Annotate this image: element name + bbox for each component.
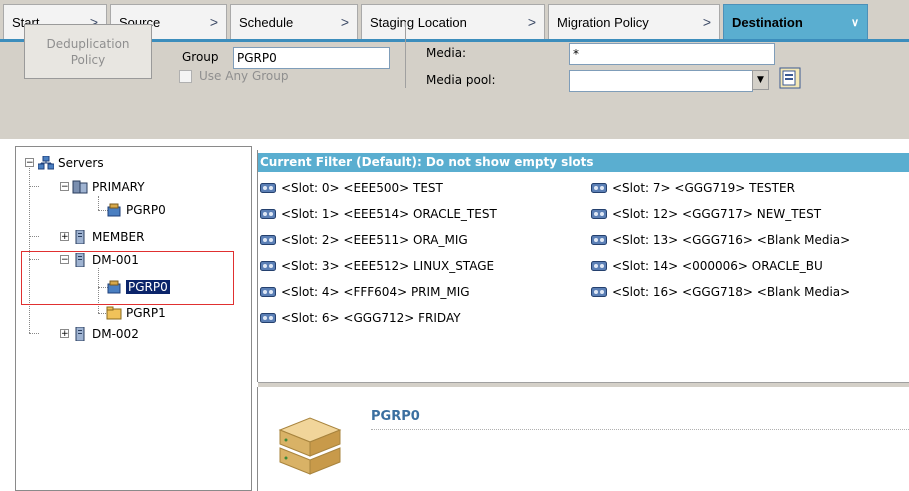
media-pool-properties-icon[interactable] [779, 67, 801, 89]
tape-media-icon [591, 261, 607, 271]
slot-item[interactable]: <Slot: 4> <FFF604> PRIM_MIG [260, 285, 470, 299]
slot-label: <Slot: 2> <EEE511> ORA_MIG [281, 233, 468, 247]
chevron-right-icon: > [527, 14, 536, 30]
chevron-right-icon: > [702, 14, 711, 30]
tape-media-icon [591, 287, 607, 297]
slot-item[interactable]: <Slot: 13> <GGG716> <Blank Media> [591, 233, 850, 247]
slot-item[interactable]: <Slot: 16> <GGG718> <Blank Media> [591, 285, 850, 299]
tree-node-dm-002[interactable]: DM-002 [72, 325, 139, 343]
tree-node-label: MEMBER [92, 230, 145, 244]
tree-node-servers[interactable]: Servers [38, 154, 104, 172]
details-title: PGRP0 [371, 409, 420, 424]
slot-item[interactable]: <Slot: 14> <000006> ORACLE_BU [591, 259, 823, 273]
collapse-primary-toggle[interactable]: − [60, 182, 69, 192]
media-pool-select[interactable] [569, 70, 753, 92]
slot-label: <Slot: 6> <GGG712> FRIDAY [281, 311, 461, 325]
deduplication-policy-button[interactable]: Deduplication Policy [24, 24, 152, 79]
tape-media-icon [260, 183, 276, 193]
tab-schedule-label: Schedule [239, 15, 294, 30]
media-label: Media: [426, 46, 467, 60]
filter-bar: Current Filter (Default): Do not show em… [258, 153, 909, 172]
tree-node-pgrp0[interactable]: PGRP0 [106, 201, 166, 219]
tab-schedule[interactable]: Schedule > [230, 4, 358, 40]
dropdown-arrow-icon[interactable]: ▼ [752, 70, 769, 90]
tree-node-primary[interactable]: PRIMARY [72, 178, 145, 196]
use-any-group-checkbox[interactable] [179, 70, 192, 83]
storage-group-icon [107, 203, 121, 217]
tape-media-icon [591, 183, 607, 193]
tab-staging-location-label: Staging Location [370, 15, 467, 30]
tree-node-pgrp1[interactable]: PGRP1 [106, 304, 166, 322]
tape-media-icon [260, 313, 276, 323]
chevron-right-icon: > [209, 14, 218, 30]
tree-node-label: Servers [58, 156, 104, 170]
expand-member-toggle[interactable]: + [60, 232, 69, 242]
slot-label: <Slot: 1> <EEE514> ORACLE_TEST [281, 207, 497, 221]
details-divider [371, 429, 909, 430]
slot-label: <Slot: 0> <EEE500> TEST [281, 181, 443, 195]
details-panel [257, 387, 909, 491]
folder-icon [106, 306, 122, 320]
group-input[interactable]: PGRP0 [233, 47, 390, 69]
slot-item[interactable]: <Slot: 1> <EEE514> ORACLE_TEST [260, 207, 497, 221]
tree-node-member[interactable]: MEMBER [72, 228, 144, 246]
expand-dm002-toggle[interactable]: + [60, 329, 69, 339]
slot-item[interactable]: <Slot: 3> <EEE512> LINUX_STAGE [260, 259, 494, 273]
tape-media-icon [260, 235, 276, 245]
tape-media-icon [260, 287, 276, 297]
tab-staging-location[interactable]: Staging Location > [361, 4, 545, 40]
media-pool-label: Media pool: [426, 73, 496, 87]
tape-media-icon [591, 209, 607, 219]
slot-label: <Slot: 13> <GGG716> <Blank Media> [612, 233, 851, 247]
slot-label: <Slot: 16> <GGG718> <Blank Media> [612, 285, 851, 299]
tree-node-label: PRIMARY [92, 180, 145, 194]
tab-migration-policy[interactable]: Migration Policy > [548, 4, 720, 40]
slot-item[interactable]: <Slot: 2> <EEE511> ORA_MIG [260, 233, 468, 247]
storage-group-large-icon [278, 417, 342, 475]
tape-media-icon [591, 235, 607, 245]
tab-destination-label: Destination [732, 15, 803, 30]
tree-node-label: PGRP1 [126, 306, 166, 320]
slot-item[interactable]: <Slot: 0> <EEE500> TEST [260, 181, 443, 195]
slot-item[interactable]: <Slot: 7> <GGG719> TESTER [591, 181, 795, 195]
tree-node-label: DM-002 [92, 327, 139, 341]
chevron-down-icon: ∨ [850, 17, 859, 29]
server-icon [75, 230, 85, 244]
server-icon [75, 327, 85, 341]
media-input[interactable]: * [569, 43, 775, 65]
slot-label: <Slot: 12> <GGG717> NEW_TEST [612, 207, 822, 221]
tab-destination[interactable]: Destination ∨ [723, 4, 868, 40]
tape-media-icon [260, 209, 276, 219]
tape-media-icon [260, 261, 276, 271]
slot-label: <Slot: 4> <FFF604> PRIM_MIG [281, 285, 470, 299]
use-any-group-label: Use Any Group [199, 69, 289, 83]
collapse-servers-toggle[interactable]: − [25, 158, 34, 168]
tab-migration-policy-label: Migration Policy [557, 15, 649, 30]
servers-icon [38, 156, 54, 170]
slot-item[interactable]: <Slot: 12> <GGG717> NEW_TEST [591, 207, 821, 221]
selection-highlight-box [21, 251, 234, 305]
server-group-icon [72, 180, 88, 194]
group-label: Group [182, 50, 219, 64]
slot-label: <Slot: 7> <GGG719> TESTER [612, 181, 795, 195]
slot-item[interactable]: <Slot: 6> <GGG712> FRIDAY [260, 311, 461, 325]
slot-label: <Slot: 14> <000006> ORACLE_BU [612, 259, 823, 273]
slot-label: <Slot: 3> <EEE512> LINUX_STAGE [281, 259, 495, 273]
tree-node-label: PGRP0 [126, 203, 166, 217]
options-separator [405, 22, 406, 88]
chevron-right-icon: > [340, 14, 349, 30]
